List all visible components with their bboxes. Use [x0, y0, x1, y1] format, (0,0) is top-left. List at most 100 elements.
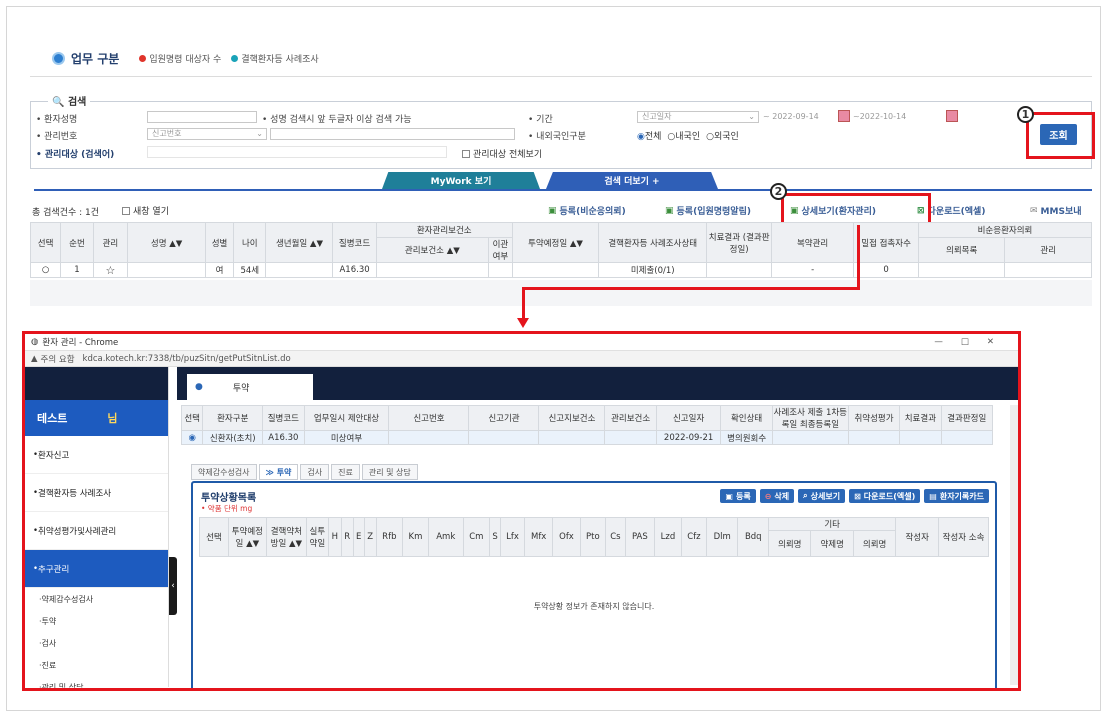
sidebar-sub-item[interactable]: · 진료: [25, 654, 168, 676]
chevron-down-icon: ⌄: [748, 112, 755, 121]
card-icon: ▤: [929, 491, 937, 501]
arrow-line: [522, 287, 860, 290]
sidebar-sub-item[interactable]: · 투약: [25, 610, 168, 632]
unit-note: • 약품 단위 mg: [201, 504, 253, 513]
label-target: • 관리대상 (검색어): [36, 150, 115, 160]
popup-titlebar: ◍ 환자 관리 - Chrome —□✕: [25, 334, 1018, 351]
scrollbar[interactable]: [1010, 405, 1018, 685]
delete-button[interactable]: ⊖ 삭제: [759, 489, 795, 503]
sidebar-sub-item[interactable]: · 검사: [25, 632, 168, 654]
teal-dot-icon: [231, 55, 239, 62]
tab-more-search[interactable]: 검색 더보기 +: [546, 172, 718, 189]
radio-foreign[interactable]: ○외국인: [706, 129, 739, 142]
sidebar-item-followup[interactable]: • 추구관리: [25, 550, 168, 588]
radio-domestic[interactable]: ○내국인: [667, 129, 700, 142]
doc-icon: ▣: [665, 205, 674, 216]
period-select[interactable]: 신고일자 ⌄: [637, 111, 759, 123]
date-to[interactable]: ~2022-10-14: [853, 112, 906, 121]
subtab[interactable]: 약제감수성검사: [191, 464, 257, 480]
tab-underline: [34, 189, 1092, 191]
popup-tabbar: ● 투약: [177, 367, 1018, 400]
row-radio[interactable]: ○: [29, 262, 62, 278]
step-marker-1: 1: [1017, 106, 1034, 123]
patient-management-popup: ◍ 환자 관리 - Chrome —□✕ ▲ 주의 요함 kdca.kotech…: [22, 331, 1021, 691]
register-admission-button[interactable]: ▣ 등록(입원명령알림): [665, 204, 751, 218]
popup-main: ● 투약 선택 환자구분 질병코드 업무일시 제안대상 신고번호 신고기관 신고지보건소 관리보…: [177, 367, 1018, 688]
chevron-down-icon: ⌄: [256, 129, 263, 138]
table-row[interactable]: ○ 1 ☆ 여 54세 A16.30 미제출(0/1) - 0: [29, 262, 1092, 278]
legend-case: 결핵환자등 사례조사: [231, 52, 319, 65]
tab-medication[interactable]: ● 투약: [187, 374, 313, 400]
detail-button[interactable]: ⌕ 상세보기: [798, 489, 846, 503]
show-all-checkbox[interactable]: 관리대상 전체보기: [462, 147, 542, 160]
calendar-icon[interactable]: [946, 110, 958, 122]
highlight-box-1: [1026, 112, 1095, 159]
result-count: 총 검색건수 : 1건: [32, 208, 100, 218]
subtab[interactable]: 진료: [331, 464, 360, 480]
tab-mywork[interactable]: MyWork 보기: [382, 172, 540, 189]
nationality-radios: ◉전체 ○내국인 ○외국인: [637, 129, 739, 142]
checkbox-icon: [122, 206, 130, 215]
record-card-button[interactable]: ▤ 환자기록카드: [924, 489, 989, 503]
sidebar-sub-item[interactable]: · 관리 및 상담: [25, 676, 168, 689]
excel-download-button[interactable]: ⊠ 다운로드(엑셀): [849, 489, 921, 503]
empty-message: 투약상황 정보가 존재하지 않습니다.: [533, 602, 655, 611]
doc-icon: ▣: [725, 491, 733, 501]
table-row[interactable]: ◉ 신환자(초치) A16.30 미상여부 2022-09-21 병의원회수: [180, 430, 994, 445]
date-from[interactable]: ~ 2022-09-14: [763, 112, 819, 121]
star-icon[interactable]: ☆: [92, 262, 129, 278]
register-button[interactable]: ▣ 등록: [720, 489, 756, 503]
arrow-line: [522, 287, 525, 321]
sidebar-user: 테스트 님: [25, 400, 168, 436]
url-text[interactable]: kdca.kotech.kr:7338/tb/puzSitn/getPutSit…: [83, 354, 291, 364]
label-patient-name: • 환자성명: [36, 115, 78, 125]
doc-icon: ▣: [548, 205, 557, 216]
chrome-icon: ◍: [31, 337, 39, 347]
label-period: • 기간: [528, 115, 553, 125]
window-controls[interactable]: —□✕: [934, 337, 1012, 347]
section-title: 투약상황목록: [201, 493, 257, 504]
mgmt-no-select[interactable]: 신고번호 ⌄: [147, 128, 267, 140]
subtab-row: 약제감수성검사 ≫ 투약 검사 진료 관리 및 상담: [191, 464, 418, 480]
highlight-box-2: [781, 193, 931, 225]
warning-icon: ▲: [31, 353, 38, 364]
medication-table: 선택 투약예정일 ▲▼ 결핵약처방일 ▲▼ 실투약일 H R E Z Rfb Km Amk Cm S L…: [199, 516, 989, 557]
patient-name-input[interactable]: [147, 111, 257, 123]
globe-icon: [52, 52, 65, 65]
sidebar-item-vulnerability[interactable]: • 취약성평가및사례관리: [25, 512, 168, 550]
sidebar-item-report[interactable]: • 환자신고: [25, 436, 168, 474]
radio-all[interactable]: ◉전체: [637, 129, 661, 142]
arrow-line: [857, 225, 860, 289]
popup-patient-table: 선택 환자구분 질병코드 업무일시 제안대상 신고번호 신고기관 신고지보건소 관리보건소 신고…: [180, 405, 994, 445]
search-legend: 🔍 검색: [48, 93, 91, 108]
search-icon: ⌕: [803, 491, 808, 500]
sidebar-sub-item[interactable]: · 약제감수성검사: [25, 588, 168, 610]
excel-icon: ⊠: [854, 491, 861, 501]
mail-icon: ✉: [1030, 205, 1038, 216]
legend-admission: 입원명령 대상자 수: [139, 52, 221, 65]
arrow-head-icon: [517, 318, 529, 328]
checkbox-icon: [462, 149, 470, 158]
sidebar-item-case[interactable]: • 결핵환자등 사례조사: [25, 474, 168, 512]
subtab[interactable]: 관리 및 상담: [361, 464, 418, 480]
mgmt-no-input[interactable]: [270, 128, 515, 140]
collapse-handle[interactable]: ‹: [169, 557, 177, 615]
register-nonadherence-button[interactable]: ▣ 등록(비순응의뢰): [548, 204, 626, 218]
label-mgmt-no: • 관리번호: [36, 132, 78, 142]
target-input[interactable]: [147, 146, 447, 158]
mms-button[interactable]: ✉ MMS보내: [1030, 204, 1082, 218]
panel-buttons: ▣ 등록 ⊖ 삭제 ⌕ 상세보기 ⊠ 다운로드(엑셀) ▤ 환자기록카드: [720, 489, 989, 503]
dot-icon: ●: [195, 382, 203, 392]
calendar-icon[interactable]: [838, 110, 850, 122]
page-title: 업무 구분: [71, 52, 120, 66]
subtab-active[interactable]: ≫ 투약: [258, 464, 299, 480]
subtab[interactable]: 검사: [300, 464, 330, 480]
minus-icon: ⊖: [764, 491, 772, 501]
popup-sidebar: 테스트 님 • 환자신고 • 결핵환자등 사례조사 • 취약성평가및사례관리 • …: [25, 367, 169, 688]
medication-panel: 투약상황목록 • 약품 단위 mg ▣ 등록 ⊖ 삭제 ⌕ 상세보기 ⊠ 다운로드(엑셀…: [191, 481, 997, 688]
popup-urlbar: ▲ 주의 요함 kdca.kotech.kr:7338/tb/puzSitn/g…: [25, 351, 1018, 367]
new-window-checkbox[interactable]: 새창 열기: [122, 204, 169, 217]
patient-grid: 선택 순번 관리 성명 ▲▼ 성별 나이 생년월일 ▲▼ 질병코드 환자관리보건…: [29, 221, 1093, 278]
grid-footer: [30, 280, 1092, 306]
red-dot-icon: [139, 55, 147, 62]
